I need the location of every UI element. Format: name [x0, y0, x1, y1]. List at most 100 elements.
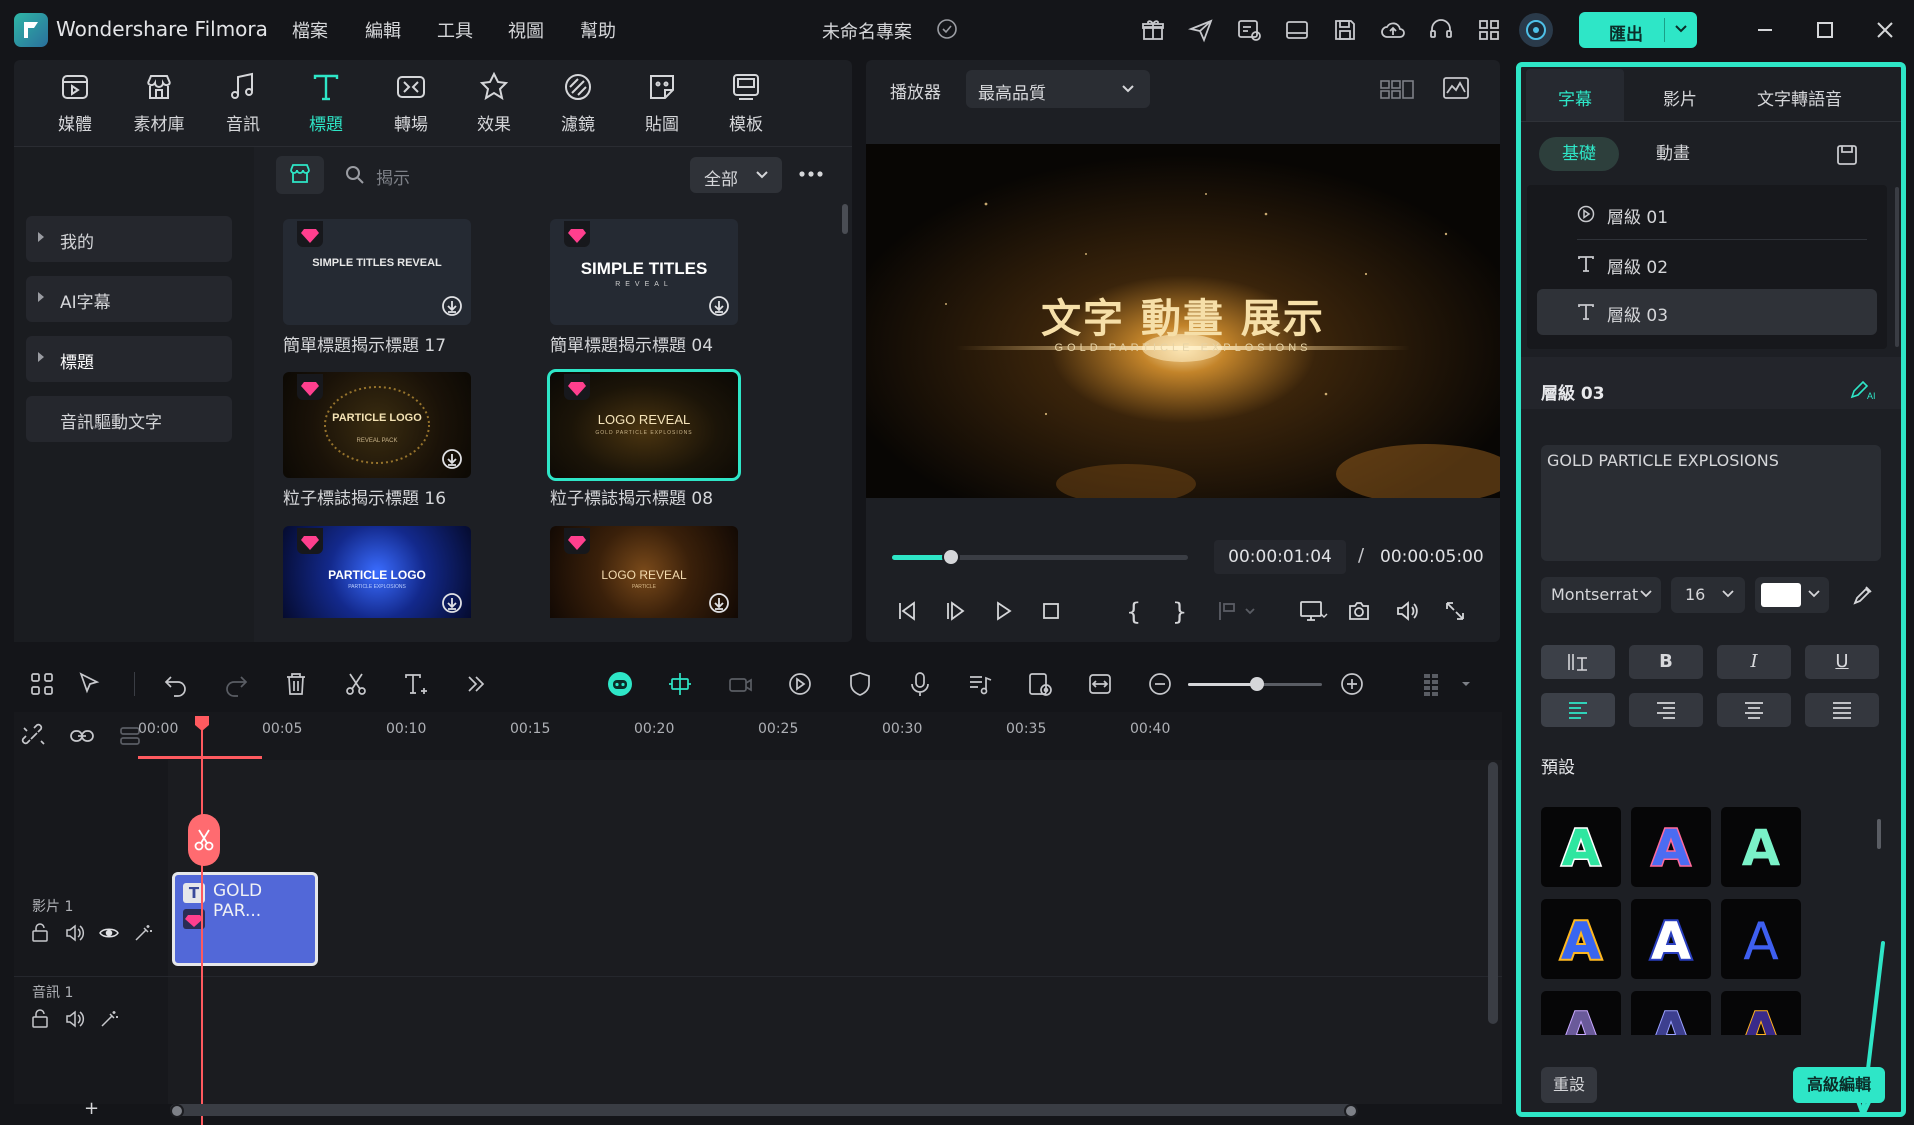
- select-tool-icon[interactable]: [76, 670, 104, 698]
- marker-shield-icon[interactable]: [846, 670, 874, 698]
- magnetic-snap-icon[interactable]: [666, 670, 694, 698]
- library-item-thumbnail[interactable]: SIMPLE TITLES REVEAL: [283, 219, 471, 325]
- filter-dropdown[interactable]: 全部: [690, 157, 782, 193]
- stop-icon[interactable]: [1038, 598, 1064, 624]
- volume-icon[interactable]: [64, 922, 86, 944]
- font-family-select[interactable]: Montserrat: [1541, 577, 1661, 613]
- close-icon[interactable]: [1873, 18, 1897, 42]
- download-icon[interactable]: [441, 448, 463, 470]
- sidebar-item-mine[interactable]: 我的: [26, 216, 232, 262]
- ai-edit-icon[interactable]: AI: [1849, 379, 1879, 401]
- tab-audio[interactable]: 音訊: [208, 70, 278, 140]
- preset-style-tile[interactable]: A: [1631, 807, 1711, 887]
- fit-timeline-icon[interactable]: [1086, 670, 1114, 698]
- menu-file[interactable]: 檔案: [292, 17, 328, 43]
- subtab-animation[interactable]: 動畫: [1633, 137, 1713, 171]
- previous-frame-icon[interactable]: [894, 598, 920, 624]
- save-icon[interactable]: [1332, 17, 1358, 43]
- insert-marker-icon[interactable]: [1216, 598, 1255, 624]
- tab-filters[interactable]: 濾鏡: [543, 70, 613, 140]
- download-icon[interactable]: [441, 295, 463, 317]
- library-item-thumbnail[interactable]: PARTICLE LOGO REVEAL PACK: [283, 372, 471, 478]
- preset-style-tile[interactable]: A: [1631, 991, 1711, 1035]
- store-toggle-button[interactable]: [276, 156, 324, 194]
- gift-icon[interactable]: [1140, 17, 1166, 43]
- hscroll-left-handle[interactable]: [170, 1104, 184, 1118]
- add-track-button[interactable]: +: [84, 1100, 99, 1118]
- layout-grid-icon[interactable]: [28, 670, 56, 698]
- split-at-playhead-button[interactable]: [188, 814, 220, 866]
- menu-help[interactable]: 幫助: [580, 17, 616, 43]
- hscroll-right-handle[interactable]: [1344, 1104, 1358, 1118]
- tab-text-to-speech[interactable]: 文字轉語音: [1757, 85, 1842, 110]
- snapshot-camera-icon[interactable]: [1346, 598, 1372, 624]
- layer-item-01[interactable]: 層級 01: [1537, 191, 1877, 237]
- track-settings-icon[interactable]: [1418, 670, 1446, 698]
- font-size-select[interactable]: 16: [1671, 577, 1745, 613]
- title-clip[interactable]: T GOLD PAR...: [172, 872, 318, 966]
- tab-stock-library[interactable]: 素材庫: [124, 70, 194, 140]
- export-button[interactable]: 匯出: [1579, 12, 1697, 48]
- download-icon[interactable]: [441, 592, 463, 614]
- tab-transitions[interactable]: 轉場: [376, 70, 446, 140]
- tab-titles[interactable]: 標題: [291, 70, 361, 140]
- next-frame-icon[interactable]: [942, 598, 968, 624]
- screen-record-icon[interactable]: [726, 670, 754, 698]
- preset-style-tile[interactable]: A: [1721, 807, 1801, 887]
- audio-mixer-icon[interactable]: [966, 670, 994, 698]
- tab-stickers[interactable]: 貼圖: [627, 70, 697, 140]
- cloud-upload-icon[interactable]: [1380, 17, 1406, 43]
- menu-edit[interactable]: 編輯: [365, 17, 401, 43]
- user-avatar[interactable]: [1519, 13, 1553, 47]
- italic-button[interactable]: I: [1717, 645, 1791, 679]
- eye-visibility-icon[interactable]: [98, 922, 120, 944]
- preset-style-tile[interactable]: A: [1721, 899, 1801, 979]
- advanced-edit-button[interactable]: 高級編輯: [1793, 1067, 1885, 1103]
- volume-icon[interactable]: [64, 1008, 86, 1030]
- preset-style-tile[interactable]: A: [1631, 899, 1711, 979]
- tab-video[interactable]: 影片: [1663, 85, 1697, 110]
- render-preview-icon[interactable]: [1026, 670, 1054, 698]
- magic-wand-icon[interactable]: [132, 922, 154, 944]
- sidebar-item-audio-driven-text[interactable]: 音訊驅動文字: [26, 396, 232, 442]
- save-preset-icon[interactable]: [1835, 143, 1859, 167]
- auto-highlight-icon[interactable]: [786, 670, 814, 698]
- eyedropper-icon[interactable]: [1851, 583, 1875, 607]
- chevron-down-icon[interactable]: [1460, 678, 1472, 690]
- preset-scrollbar[interactable]: [1877, 819, 1881, 849]
- tab-captions[interactable]: 字幕: [1558, 85, 1592, 110]
- timeline-ruler[interactable]: 00:00 00:05 00:10 00:15 00:20 00:25 00:3…: [14, 712, 1502, 760]
- align-justify-button[interactable]: [1805, 693, 1879, 727]
- menu-tools[interactable]: 工具: [437, 17, 473, 43]
- zoom-slider-handle[interactable]: [1250, 677, 1264, 691]
- library-item-thumbnail[interactable]: PARTICLE LOGO PARTICLE EXPLOSIONS: [283, 526, 471, 618]
- maximize-icon[interactable]: [1813, 18, 1837, 42]
- video-preview[interactable]: 文字 動畫 展示 GOLD PARTICLE EXPLOSIONS: [866, 144, 1500, 498]
- preset-style-tile[interactable]: A: [1541, 991, 1621, 1035]
- split-scissors-icon[interactable]: [342, 670, 370, 698]
- grid-view-icon[interactable]: [1380, 78, 1414, 100]
- mark-out-icon[interactable]: }: [1172, 598, 1198, 626]
- more-tools-icon[interactable]: [462, 670, 490, 698]
- sidebar-item-ai-captions[interactable]: AI字幕: [26, 276, 232, 322]
- timeline-hscroll[interactable]: [170, 1104, 1356, 1116]
- align-center-button[interactable]: [1717, 693, 1791, 727]
- playhead-handle[interactable]: [194, 716, 210, 732]
- zoom-out-icon[interactable]: [1146, 670, 1174, 698]
- tab-media[interactable]: 媒體: [40, 70, 110, 140]
- underline-button[interactable]: U: [1805, 645, 1879, 679]
- current-time[interactable]: 00:00:01:04: [1214, 540, 1346, 574]
- microphone-icon[interactable]: [906, 670, 934, 698]
- library-item-thumbnail[interactable]: SIMPLE TITLES REVEAL: [550, 219, 738, 325]
- tab-templates[interactable]: 模板: [711, 70, 781, 140]
- zoom-in-icon[interactable]: [1338, 670, 1366, 698]
- quality-dropdown[interactable]: 最高品質: [966, 70, 1150, 108]
- preset-style-tile[interactable]: A: [1541, 899, 1621, 979]
- unlink-icon[interactable]: [20, 722, 48, 750]
- timeline-vscroll[interactable]: [1488, 762, 1498, 1024]
- progress-handle[interactable]: [942, 548, 961, 566]
- work-area-bar[interactable]: [138, 756, 262, 759]
- play-icon[interactable]: [990, 598, 1016, 624]
- library-scrollbar[interactable]: [842, 204, 848, 234]
- support-headset-icon[interactable]: [1428, 17, 1454, 43]
